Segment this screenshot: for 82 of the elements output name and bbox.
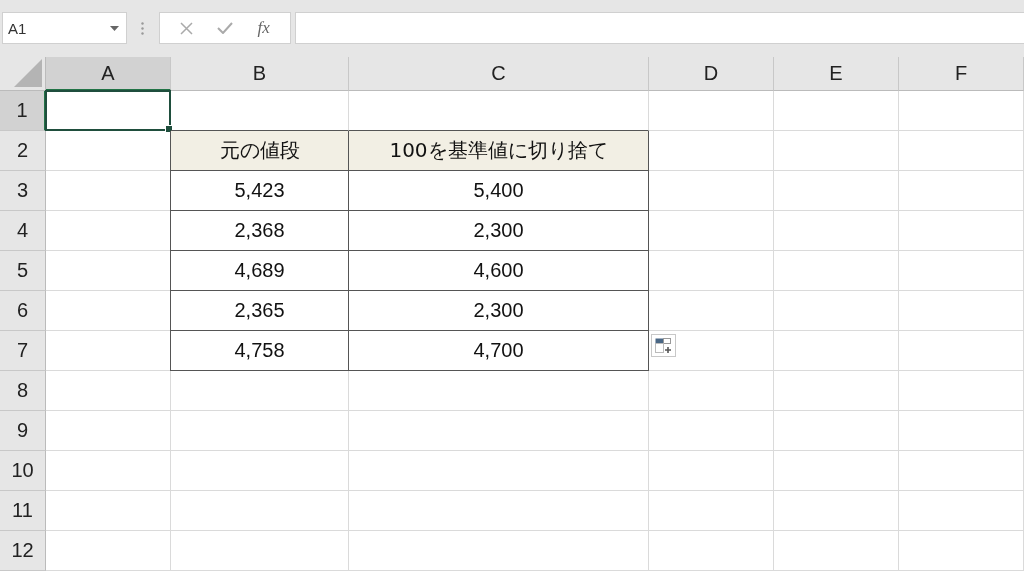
empty-cell[interactable]	[774, 451, 899, 491]
empty-cell[interactable]	[899, 411, 1024, 451]
row-header[interactable]: 7	[0, 331, 46, 371]
table-cell: 5,423	[170, 171, 349, 211]
empty-cell[interactable]	[171, 491, 349, 531]
empty-cell[interactable]	[649, 451, 774, 491]
empty-cell[interactable]	[899, 451, 1024, 491]
empty-cell[interactable]	[899, 491, 1024, 531]
cancel-icon[interactable]	[180, 21, 194, 35]
empty-cell[interactable]	[774, 91, 899, 131]
drag-handle-icon[interactable]	[141, 21, 144, 35]
empty-cell[interactable]	[899, 91, 1024, 131]
row-header[interactable]: 12	[0, 531, 46, 571]
header-cell: 元の値段	[170, 131, 349, 171]
table-cell: 4,689	[170, 251, 349, 291]
column-header[interactable]: D	[649, 57, 774, 91]
empty-cell[interactable]	[899, 171, 1024, 211]
empty-cell[interactable]	[171, 451, 349, 491]
row-header[interactable]: 3	[0, 171, 46, 211]
row-header[interactable]: 6	[0, 291, 46, 331]
empty-cell[interactable]	[349, 451, 649, 491]
empty-cell[interactable]	[774, 411, 899, 451]
empty-cell[interactable]	[774, 331, 899, 371]
row-header[interactable]: 5	[0, 251, 46, 291]
empty-cell[interactable]	[349, 491, 649, 531]
empty-cell[interactable]	[774, 131, 899, 171]
row-header[interactable]: 1	[0, 91, 46, 131]
table-cell: 4,600	[349, 251, 649, 291]
row-header[interactable]: 10	[0, 451, 46, 491]
empty-cell[interactable]	[899, 251, 1024, 291]
empty-cell[interactable]	[649, 411, 774, 451]
column-header[interactable]: E	[774, 57, 899, 91]
empty-cell[interactable]	[774, 371, 899, 411]
table-cell: 2,368	[170, 211, 349, 251]
column-header[interactable]: A	[46, 57, 171, 91]
row-header[interactable]: 2	[0, 131, 46, 171]
empty-cell[interactable]	[649, 491, 774, 531]
select-all-icon[interactable]	[14, 59, 42, 87]
row-header[interactable]: 9	[0, 411, 46, 451]
empty-cell[interactable]	[774, 211, 899, 251]
table-cell: 2,365	[170, 291, 349, 331]
empty-cell[interactable]	[649, 91, 774, 131]
checkmark-icon[interactable]	[217, 22, 234, 34]
column-header[interactable]: F	[899, 57, 1024, 91]
empty-cell[interactable]	[899, 291, 1024, 331]
empty-cell[interactable]	[774, 251, 899, 291]
formula-input[interactable]	[295, 12, 1024, 44]
row-header[interactable]: 11	[0, 491, 46, 531]
active-cell[interactable]	[45, 90, 171, 131]
empty-cell[interactable]	[899, 531, 1024, 571]
empty-cell[interactable]	[899, 211, 1024, 251]
paste-options-button[interactable]	[651, 334, 676, 357]
empty-cell[interactable]	[171, 411, 349, 451]
header-cell: 100を基準値に切り捨て	[349, 131, 649, 171]
table-cell: 4,758	[170, 331, 349, 371]
column-header[interactable]: C	[349, 57, 649, 91]
empty-cell[interactable]	[899, 331, 1024, 371]
empty-cell[interactable]	[774, 531, 899, 571]
empty-cell[interactable]	[649, 371, 774, 411]
insert-function-button[interactable]: fx	[257, 18, 270, 38]
table-cell: 2,300	[349, 291, 649, 331]
table-cell: 5,400	[349, 171, 649, 211]
empty-cell[interactable]	[899, 131, 1024, 171]
column-header[interactable]: B	[171, 57, 349, 91]
name-box-value: A1	[8, 19, 27, 37]
row-header[interactable]: 4	[0, 211, 46, 251]
name-box[interactable]: A1	[2, 12, 127, 44]
table-cell: 4,700	[349, 331, 649, 371]
paste-options-icon	[655, 337, 672, 354]
empty-cell[interactable]	[649, 531, 774, 571]
caret-icon[interactable]	[110, 25, 119, 31]
empty-cell[interactable]	[349, 411, 649, 451]
empty-cell[interactable]	[774, 171, 899, 211]
empty-cell[interactable]	[349, 531, 649, 571]
empty-cell[interactable]	[774, 291, 899, 331]
empty-cell[interactable]	[774, 491, 899, 531]
empty-cell[interactable]	[899, 371, 1024, 411]
empty-cell[interactable]	[349, 371, 649, 411]
row-header[interactable]: 8	[0, 371, 46, 411]
empty-cell[interactable]	[171, 371, 349, 411]
table-cell: 2,300	[349, 211, 649, 251]
empty-cell[interactable]	[171, 531, 349, 571]
